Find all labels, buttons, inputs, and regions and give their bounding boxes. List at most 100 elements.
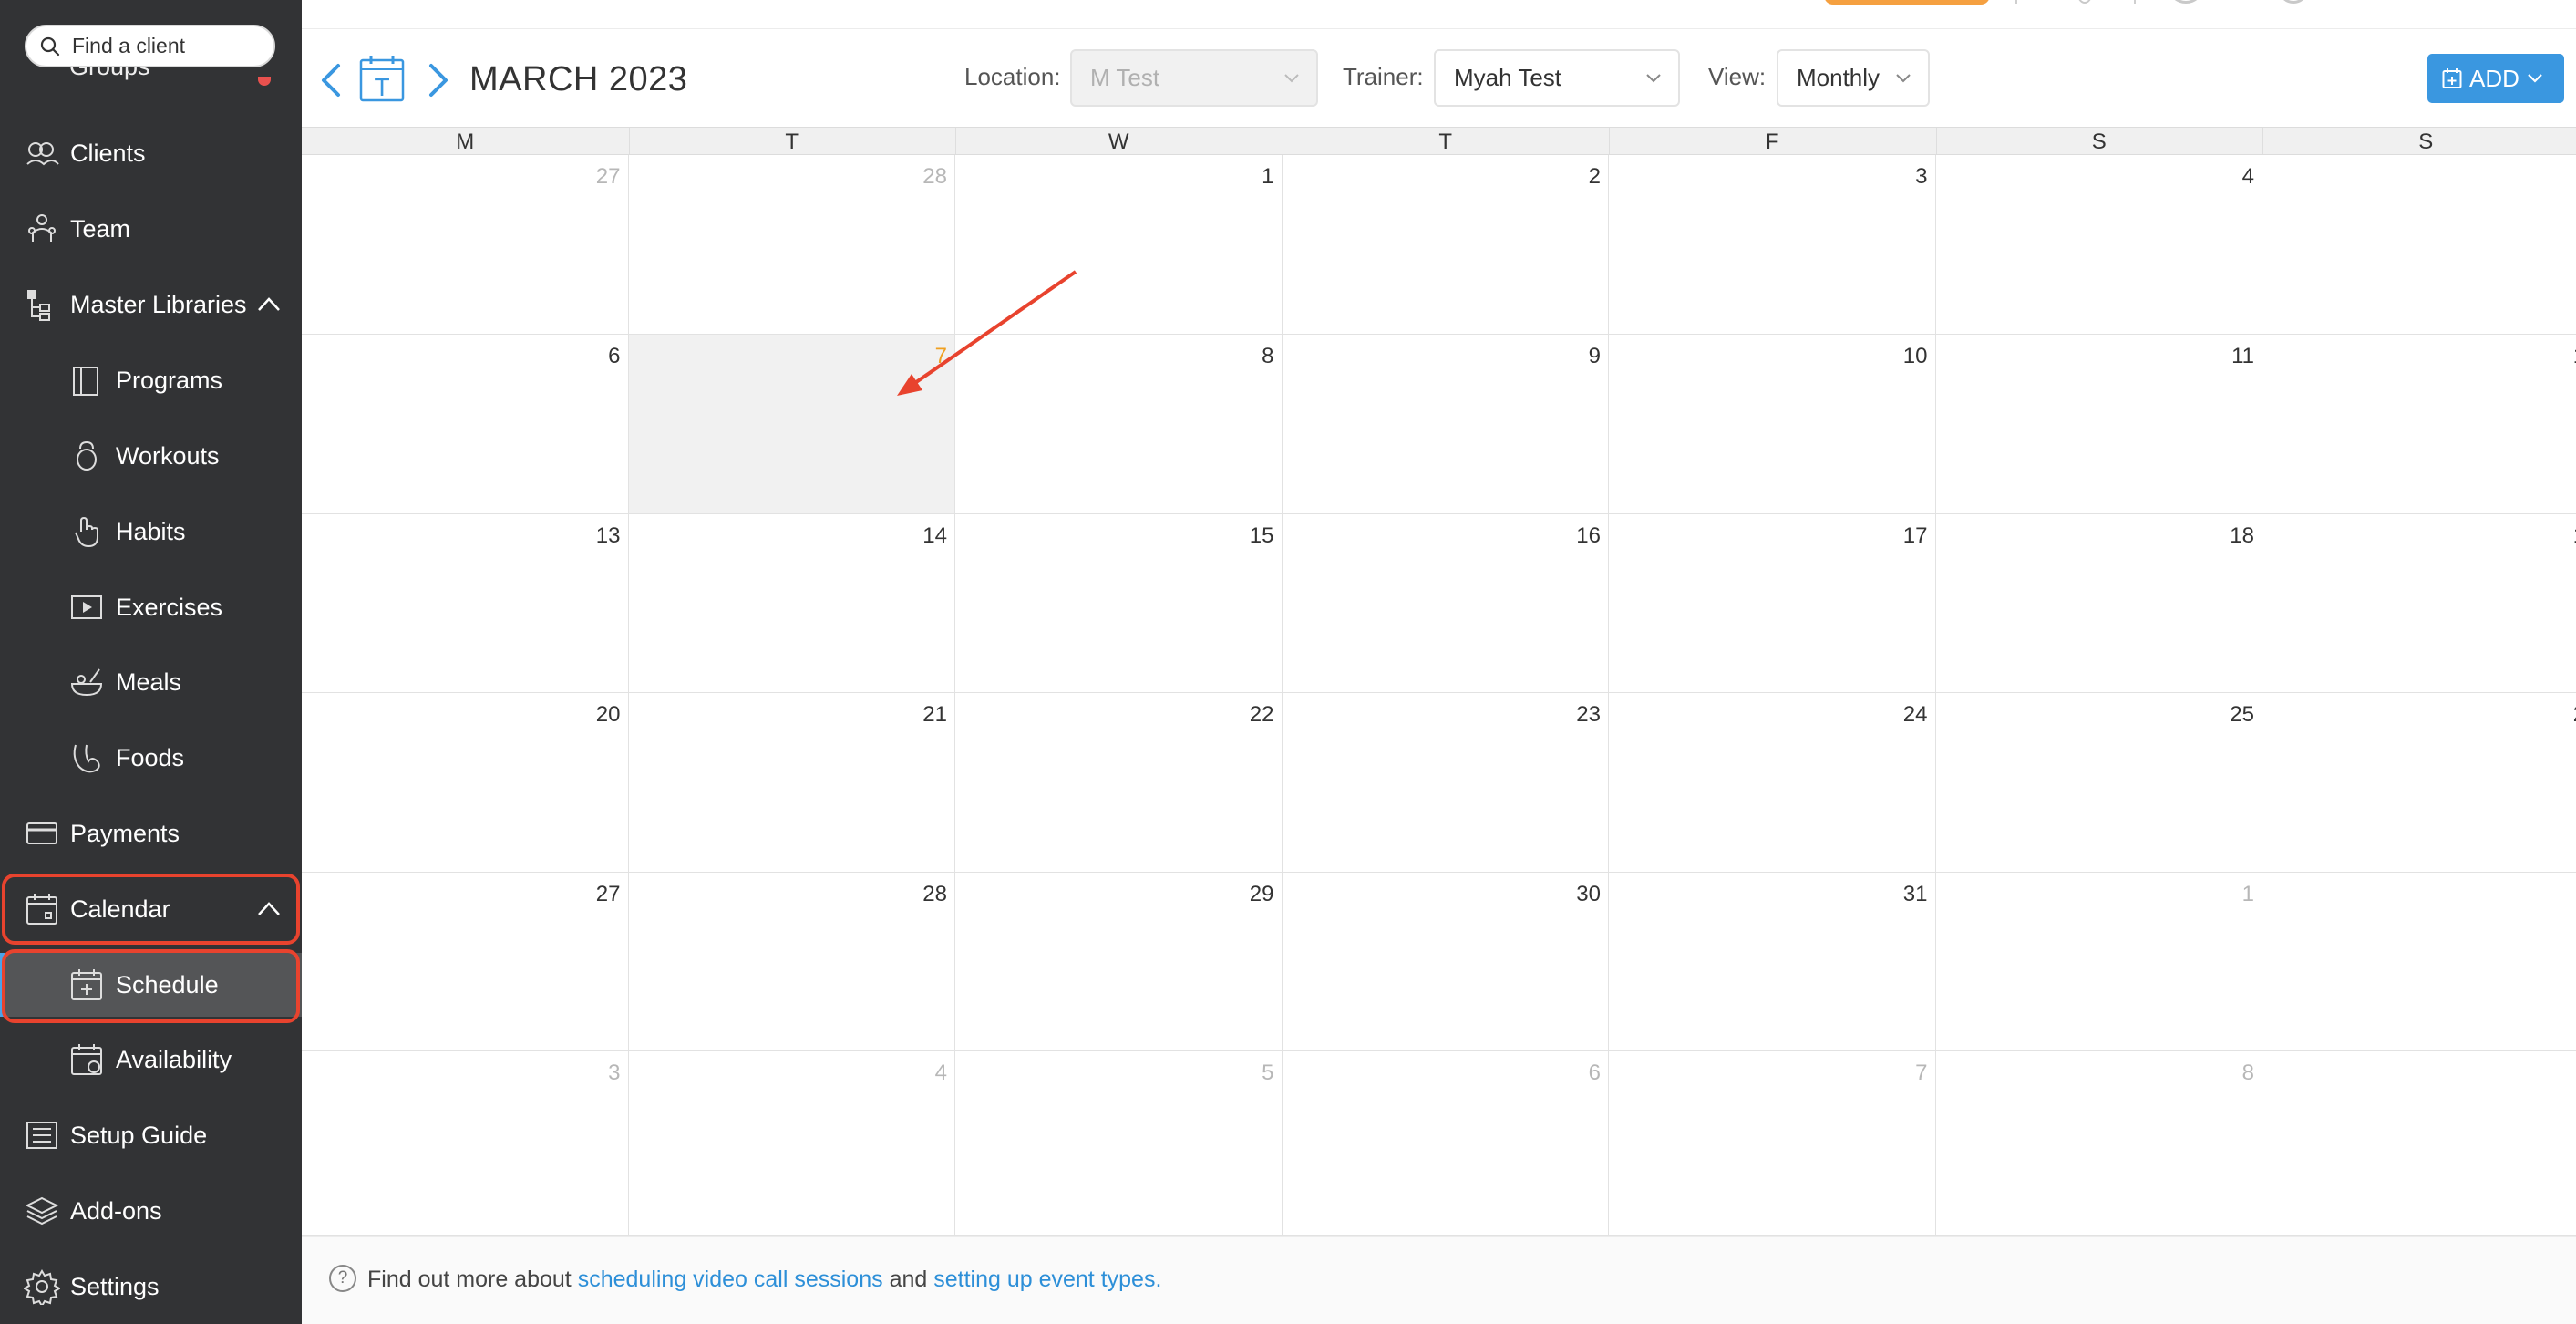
profile-icon-partial[interactable] [2169, 0, 2203, 4]
calendar-month-grid: 2728123456789101112131415161718192021222… [302, 155, 2576, 1236]
location-label: Location: [964, 63, 1061, 90]
calendar-day-cell[interactable]: 31 [1609, 873, 1936, 1051]
calendar-day-cell[interactable]: 23 [1282, 693, 1609, 873]
client-search[interactable] [25, 25, 275, 67]
calendar-day-cell[interactable]: 27 [302, 873, 629, 1051]
sidebar-item-setup-guide[interactable]: Setup Guide [0, 1103, 302, 1167]
calendar-day-cell[interactable]: 19 [2262, 514, 2576, 693]
chevron-up-icon[interactable] [257, 899, 281, 919]
today-button[interactable]: T [358, 53, 406, 104]
calendar-day-cell[interactable]: 1 [1935, 873, 2262, 1051]
sidebar-item-exercises[interactable]: Exercises [0, 575, 302, 639]
calendar-day-cell[interactable]: 6 [302, 335, 629, 514]
sidebar-item-foods[interactable]: Foods [0, 726, 302, 790]
calendar-day-cell[interactable]: 5 [2262, 155, 2576, 335]
sidebar-item-availability[interactable]: Availability [0, 1028, 302, 1091]
trainer-label: Trainer: [1343, 63, 1424, 90]
day-number: 1 [1262, 164, 1274, 189]
calendar-day-cell[interactable]: 9 [1282, 335, 1609, 514]
calendar-day-cell[interactable]: 17 [1609, 514, 1936, 693]
client-search-input[interactable] [72, 34, 254, 58]
calendar-day-cell[interactable]: 9 [2262, 1051, 2576, 1236]
calendar-day-cell[interactable]: 26 [2262, 693, 2576, 873]
sidebar-item-groups-partial[interactable]: Groups [69, 64, 197, 91]
day-number: 21 [922, 702, 947, 727]
avatar-partial[interactable] [2278, 0, 2309, 4]
sidebar-item-team[interactable]: Team [0, 197, 302, 261]
upgrade-button-partial[interactable] [1824, 0, 1990, 5]
calendar-day-cell[interactable]: 29 [955, 873, 1283, 1051]
day-number: 7 [934, 344, 947, 368]
sidebar-item-add-ons[interactable]: Add-ons [0, 1179, 302, 1243]
video-call-sessions-link[interactable]: scheduling video call sessions [578, 1267, 883, 1292]
calendar-day-cell[interactable]: 13 [302, 514, 629, 693]
day-number: 7 [1915, 1060, 1928, 1085]
chevron-right-icon[interactable] [426, 62, 451, 98]
calendar-day-cell[interactable]: 14 [628, 514, 955, 693]
sidebar-item-label: Setup Guide [70, 1121, 208, 1149]
column-divider [2262, 128, 2263, 154]
calendar-day-cell[interactable]: 30 [1282, 873, 1609, 1051]
header-divider [2015, 0, 2017, 4]
sidebar-item-schedule[interactable]: Schedule [0, 953, 302, 1017]
calendar-day-cell[interactable]: 28 [628, 873, 955, 1051]
day-number: 25 [2230, 702, 2254, 727]
day-number: 20 [595, 702, 621, 727]
calendar-day-cell[interactable]: 12 [2262, 335, 2576, 514]
calendar-day-cell[interactable]: 4 [628, 1051, 955, 1236]
calendar-day-cell[interactable]: 4 [1935, 155, 2262, 335]
calendar-clock-icon [71, 1044, 102, 1075]
sidebar-item-habits[interactable]: Habits [0, 500, 302, 564]
sidebar-item-programs[interactable]: Programs [0, 348, 302, 412]
calendar-day-cell[interactable]: 20 [302, 693, 629, 873]
event-types-link[interactable]: setting up event types. [933, 1267, 1161, 1292]
sidebar-item-calendar[interactable]: Calendar [0, 877, 302, 941]
calendar-day-cell[interactable]: 15 [955, 514, 1283, 693]
calendar-day-cell[interactable]: 2 [1282, 155, 1609, 335]
day-number: 8 [2241, 1060, 2254, 1085]
calendar-day-cell[interactable]: 10 [1609, 335, 1936, 514]
calendar-day-cell[interactable]: 18 [1935, 514, 2262, 693]
sidebar-item-meals[interactable]: Meals [0, 650, 302, 714]
calendar-day-cell[interactable]: 25 [1935, 693, 2262, 873]
view-select[interactable]: Monthly [1777, 49, 1930, 107]
sidebar-item-settings[interactable]: Settings [0, 1255, 302, 1319]
day-number: 6 [608, 344, 621, 368]
calendar-day-cell[interactable]: 6 [1282, 1051, 1609, 1236]
calendar-day-cell[interactable]: 5 [955, 1051, 1283, 1236]
sidebar-item-label: Master Libraries [70, 290, 247, 318]
location-select[interactable]: M Test [1070, 49, 1318, 107]
calendar-day-cell-today[interactable]: 7 [628, 335, 955, 514]
sidebar-item-clients[interactable]: Clients [0, 121, 302, 185]
day-number: 1 [2241, 882, 2254, 906]
calendar-day-cell[interactable]: 3 [302, 1051, 629, 1236]
programs-icon [73, 367, 98, 396]
calendar-day-cell[interactable]: 24 [1609, 693, 1936, 873]
calendar-day-cell[interactable]: 21 [628, 693, 955, 873]
calendar-day-cell[interactable]: 22 [955, 693, 1283, 873]
help-icon-partial[interactable] [2076, 0, 2094, 4]
calendar-day-cell[interactable]: 2 [2262, 873, 2576, 1051]
calendar-day-cell[interactable]: 7 [1609, 1051, 1936, 1236]
calendar-day-cell[interactable]: 3 [1609, 155, 1936, 335]
calendar-day-cell[interactable]: 27 [302, 155, 629, 335]
calendar-day-cell[interactable]: 8 [955, 335, 1283, 514]
calendar-day-cell[interactable]: 8 [1935, 1051, 2262, 1236]
calendar-day-cell[interactable]: 11 [1935, 335, 2262, 514]
day-number: 23 [1576, 702, 1601, 727]
add-button[interactable]: ADD [2427, 54, 2564, 103]
sidebar-item-payments[interactable]: Payments [0, 802, 302, 865]
column-divider [955, 128, 956, 154]
day-header: M [456, 129, 475, 154]
chevron-up-icon[interactable] [257, 295, 281, 315]
location-value: M Test [1090, 64, 1160, 91]
sidebar-item-workouts[interactable]: Workouts [0, 424, 302, 488]
chevron-down-icon [1896, 74, 1911, 83]
calendar-day-cell[interactable]: 1 [955, 155, 1283, 335]
sidebar-item-master-libraries[interactable]: Master Libraries [0, 273, 302, 336]
calendar-day-cell[interactable]: 16 [1282, 514, 1609, 693]
chevron-left-icon[interactable] [318, 62, 344, 98]
sidebar-item-label: Add-ons [70, 1196, 162, 1225]
trainer-select[interactable]: Myah Test [1434, 49, 1680, 107]
calendar-day-cell[interactable]: 28 [628, 155, 955, 335]
